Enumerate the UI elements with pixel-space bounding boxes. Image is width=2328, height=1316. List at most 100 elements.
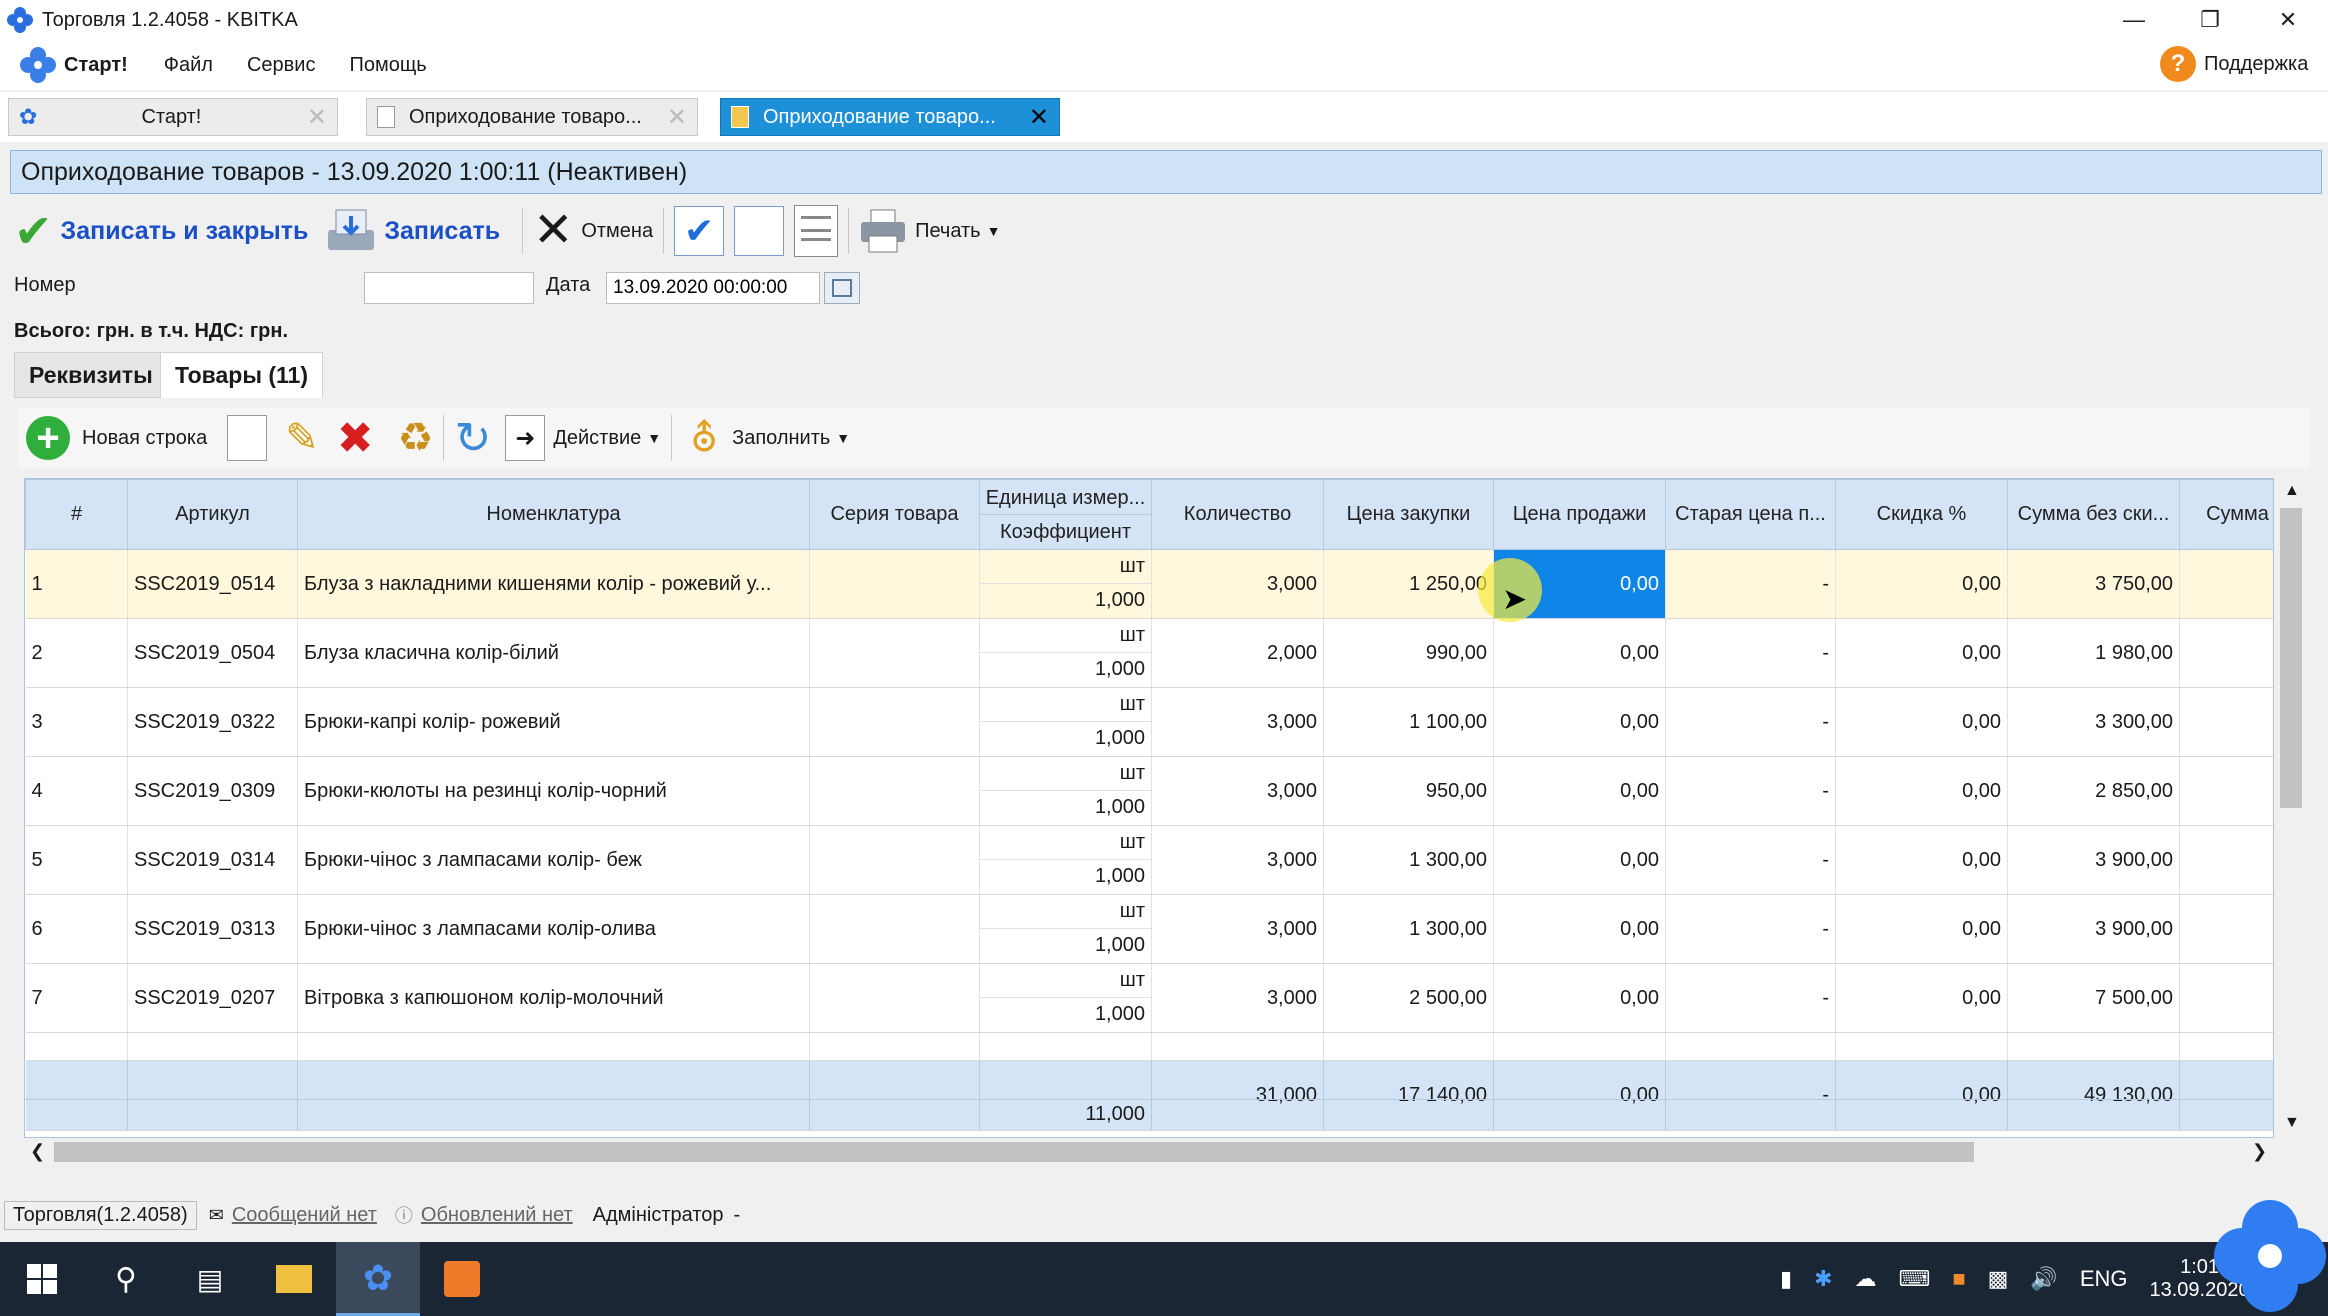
scroll-left-icon[interactable]: ❮: [30, 1141, 45, 1162]
col-header-sell-price[interactable]: Цена продажи: [1493, 479, 1666, 550]
cell-buy-price[interactable]: 1 300,00: [1323, 894, 1494, 964]
cell-sum[interactable]: [2179, 618, 2273, 688]
close-tab-icon[interactable]: ✕: [667, 103, 687, 132]
cell-sum[interactable]: [2179, 894, 2273, 964]
close-window-button[interactable]: ✕: [2250, 0, 2326, 40]
cell-sku[interactable]: SSC2019_0313: [127, 894, 298, 964]
cell-unit[interactable]: шт 1,000: [979, 825, 1152, 895]
start-menu[interactable]: Старт!: [18, 45, 128, 85]
tab-start[interactable]: ✿ Старт! ✕: [8, 98, 338, 136]
cell-qty[interactable]: 3,000: [1151, 825, 1324, 895]
table-row[interactable]: 3 SSC2019_0322 Брюки-капрі колір- рожевий ш…: [25, 687, 2273, 757]
cell-series[interactable]: [809, 618, 980, 688]
table-row[interactable]: 4 SSC2019_0309 Брюки-кюлоты на резинці кол…: [25, 756, 2273, 826]
action-dropdown[interactable]: ➜ Действие ▼: [505, 415, 661, 461]
cell-old-price[interactable]: -: [1665, 618, 1836, 688]
cell-sku[interactable]: SSC2019_0309: [127, 756, 298, 826]
cell-qty[interactable]: 3,000: [1151, 894, 1324, 964]
broom-clear-icon[interactable]: ♻: [398, 415, 434, 461]
document-view-icon[interactable]: [794, 205, 839, 257]
usb-icon[interactable]: ▮: [1780, 1266, 1792, 1292]
cell-qty[interactable]: 3,000: [1151, 687, 1324, 757]
cell-discount[interactable]: 0,00: [1835, 687, 2008, 757]
col-header-sum[interactable]: Сумма: [2179, 479, 2273, 550]
delete-row-icon[interactable]: ✖: [337, 413, 374, 464]
cell-name[interactable]: Брюки-чінос з лампасами колір- беж: [297, 825, 810, 895]
col-header-unit[interactable]: Единица измер... Коэффициент: [979, 479, 1152, 550]
cell-num[interactable]: 7: [25, 963, 128, 1033]
close-tab-icon[interactable]: ✕: [1029, 103, 1049, 132]
horizontal-scrollbar[interactable]: ❮ ❯: [24, 1138, 2276, 1166]
cell-sum-no-discount[interactable]: 3 300,00: [2007, 687, 2180, 757]
col-header-discount[interactable]: Скидка %: [1835, 479, 2008, 550]
cell-unit[interactable]: шт 1,000: [979, 549, 1152, 619]
cell-sum-no-discount[interactable]: 3 900,00: [2007, 825, 2180, 895]
cell-name[interactable]: Брюки-капрі колір- рожевий: [297, 687, 810, 757]
cell-num[interactable]: 4: [25, 756, 128, 826]
cell-num[interactable]: 3: [25, 687, 128, 757]
refresh-icon[interactable]: ↻: [454, 413, 491, 464]
language-indicator[interactable]: ENG: [2080, 1266, 2128, 1292]
cell-discount[interactable]: 0,00: [1835, 549, 2008, 619]
cell-sell-price[interactable]: 0,00: [1493, 963, 1666, 1033]
cell-buy-price[interactable]: 2 500,00: [1323, 963, 1494, 1033]
cell-buy-price[interactable]: 1 250,00: [1323, 549, 1494, 619]
cell-num[interactable]: 6: [25, 894, 128, 964]
cell-unit[interactable]: шт 1,000: [979, 963, 1152, 1033]
copy-row-icon[interactable]: [227, 415, 268, 461]
cell-sku[interactable]: SSC2019_0514: [127, 549, 298, 619]
col-header-sum-no-discount[interactable]: Сумма без ски...: [2007, 479, 2180, 550]
cell-series[interactable]: [809, 825, 980, 895]
messages-link[interactable]: Сообщений нет: [232, 1204, 377, 1227]
cell-sku[interactable]: SSC2019_0322: [127, 687, 298, 757]
cell-sum[interactable]: [2179, 825, 2273, 895]
cell-buy-price[interactable]: 990,00: [1323, 618, 1494, 688]
col-header-qty[interactable]: Количество: [1151, 479, 1324, 550]
cell-sum-no-discount[interactable]: 3 900,00: [2007, 894, 2180, 964]
cell-sum[interactable]: [2179, 756, 2273, 826]
cell-buy-price[interactable]: 1 300,00: [1323, 825, 1494, 895]
tab-goods[interactable]: Товары (11): [160, 352, 323, 398]
menu-service[interactable]: Сервис: [247, 54, 316, 77]
cancel-button[interactable]: ✕ Отмена: [533, 207, 653, 255]
cell-old-price[interactable]: -: [1665, 549, 1836, 619]
post-document-button[interactable]: ✔: [674, 206, 725, 256]
fill-dropdown[interactable]: ⛢ Заполнить ▼: [682, 413, 850, 463]
updates-link[interactable]: Обновлений нет: [421, 1204, 573, 1227]
cell-num[interactable]: 2: [25, 618, 128, 688]
task-view-button[interactable]: ▤: [168, 1242, 252, 1316]
cell-series[interactable]: [809, 549, 980, 619]
cell-buy-price[interactable]: 1 100,00: [1323, 687, 1494, 757]
cell-old-price[interactable]: -: [1665, 756, 1836, 826]
cell-series[interactable]: [809, 756, 980, 826]
new-row-button[interactable]: + Новая строка: [26, 416, 207, 460]
cell-sell-price[interactable]: 0,00: [1493, 756, 1666, 826]
table-row[interactable]: 5 SSC2019_0314 Брюки-чінос з лампасами кол…: [25, 825, 2273, 895]
cell-buy-price[interactable]: 950,00: [1323, 756, 1494, 826]
cell-old-price[interactable]: -: [1665, 687, 1836, 757]
cell-unit[interactable]: шт 1,000: [979, 687, 1152, 757]
tab-receipt-1[interactable]: Оприходование товаро... ✕: [366, 98, 698, 136]
cell-sum-no-discount[interactable]: 1 980,00: [2007, 618, 2180, 688]
search-button[interactable]: ⚲: [84, 1242, 168, 1316]
date-input[interactable]: [606, 272, 820, 304]
cell-name[interactable]: Блуза з накладними кишенями колір - роже…: [297, 549, 810, 619]
cell-qty[interactable]: 3,000: [1151, 549, 1324, 619]
cell-series[interactable]: [809, 687, 980, 757]
cell-series[interactable]: [809, 894, 980, 964]
keyboard-icon[interactable]: ⌨: [1899, 1266, 1931, 1292]
cell-discount[interactable]: 0,00: [1835, 825, 2008, 895]
cell-name[interactable]: Вітровка з капюшоном колір-молочний: [297, 963, 810, 1033]
cell-sum[interactable]: [2179, 963, 2273, 1033]
bluetooth-icon[interactable]: ✱: [1814, 1266, 1832, 1292]
cell-qty[interactable]: 2,000: [1151, 618, 1324, 688]
cell-sum-no-discount[interactable]: 3 750,00: [2007, 549, 2180, 619]
cell-name[interactable]: Блуза класична колір-білий: [297, 618, 810, 688]
save-and-close-button[interactable]: ✔ Записать и закрыть: [14, 208, 308, 254]
table-row[interactable]: 6 SSC2019_0313 Брюки-чінос з лампасами кол…: [25, 894, 2273, 964]
cell-sum-no-discount[interactable]: 7 500,00: [2007, 963, 2180, 1033]
cell-unit[interactable]: шт 1,000: [979, 894, 1152, 964]
windows-start-button[interactable]: [0, 1242, 84, 1316]
scroll-down-icon[interactable]: ▼: [2284, 1114, 2300, 1132]
file-explorer-button[interactable]: [252, 1242, 336, 1316]
